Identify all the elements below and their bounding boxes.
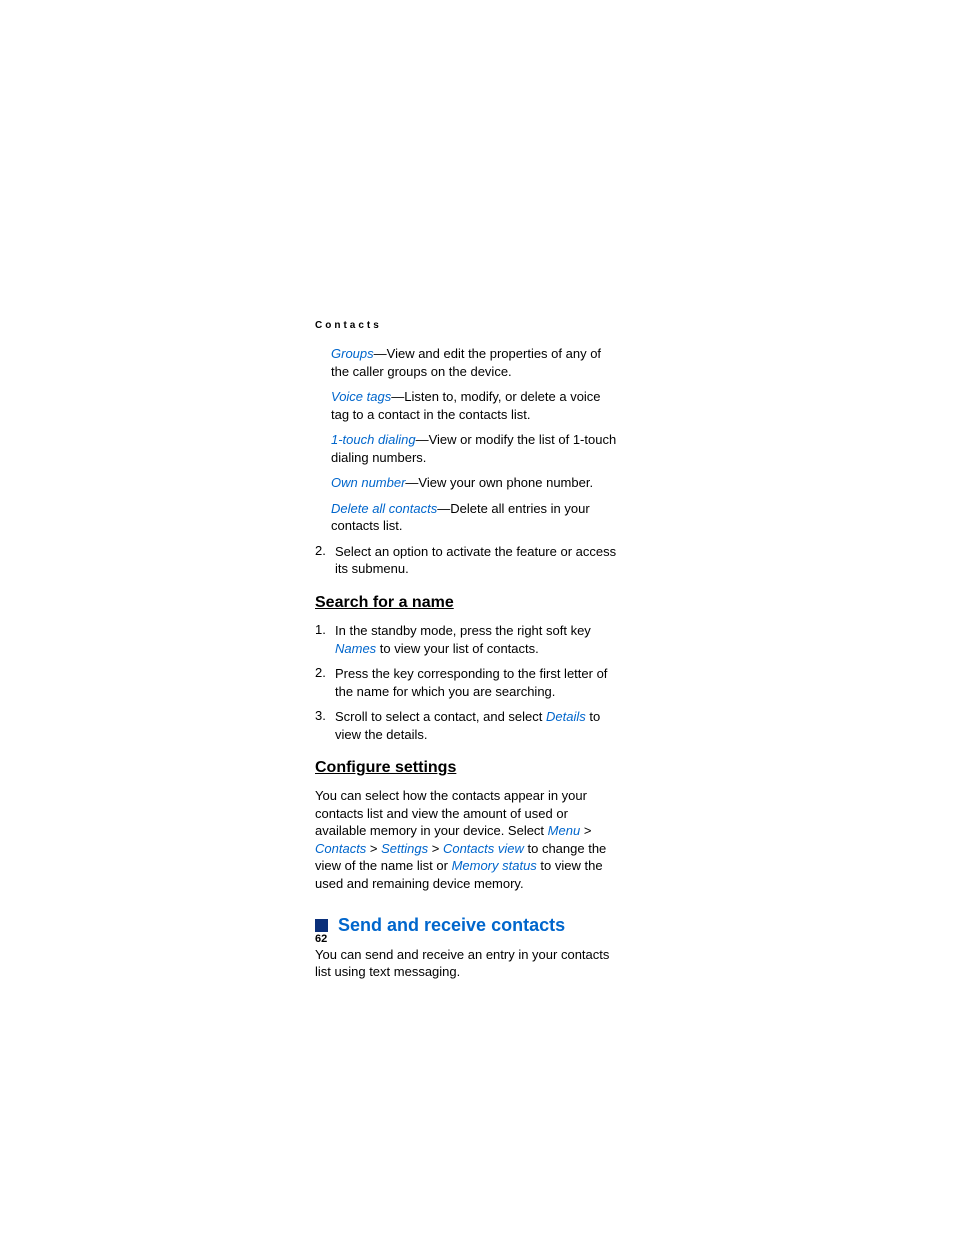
list-item: 2. Select an option to activate the feat… bbox=[315, 543, 619, 578]
list-item: 1. In the standby mode, press the right … bbox=[315, 622, 619, 657]
link-settings: Settings bbox=[381, 841, 428, 856]
list-number: 2. bbox=[315, 665, 335, 700]
paragraph: You can send and receive an entry in you… bbox=[315, 946, 619, 981]
term-own-number: Own number bbox=[331, 475, 405, 490]
link-contacts-view: Contacts view bbox=[443, 841, 524, 856]
heading-send-and-receive-contacts: Send and receive contacts bbox=[338, 915, 565, 936]
list-number: 3. bbox=[315, 708, 335, 743]
link-memory-status: Memory status bbox=[452, 858, 537, 873]
paragraph: You can select how the contacts appear i… bbox=[315, 787, 619, 892]
page-content: Contacts Groups—View and edit the proper… bbox=[315, 320, 619, 989]
list-text: Press the key corresponding to the first… bbox=[335, 665, 619, 700]
list-number: 2. bbox=[315, 543, 335, 578]
list-text: In the standby mode, press the right sof… bbox=[335, 622, 619, 657]
term-voice-tags: Voice tags bbox=[331, 389, 391, 404]
section-heading-row: Send and receive contacts bbox=[315, 915, 619, 936]
link-contacts: Contacts bbox=[315, 841, 366, 856]
running-header: Contacts bbox=[315, 320, 619, 331]
list-text: Select an option to activate the feature… bbox=[335, 543, 619, 578]
page-number: 62 bbox=[315, 933, 327, 945]
heading-configure-settings: Configure settings bbox=[315, 759, 619, 777]
desc-text: —View your own phone number. bbox=[405, 475, 593, 490]
heading-search-for-a-name: Search for a name bbox=[315, 594, 619, 612]
term-delete-all-contacts: Delete all contacts bbox=[331, 501, 437, 516]
square-bullet-icon bbox=[315, 919, 328, 932]
definition-item: 1-touch dialing—View or modify the list … bbox=[331, 431, 619, 466]
link-names: Names bbox=[335, 641, 376, 656]
definition-item: Delete all contacts—Delete all entries i… bbox=[331, 500, 619, 535]
term-1-touch-dialing: 1-touch dialing bbox=[331, 432, 416, 447]
list-text: Scroll to select a contact, and select D… bbox=[335, 708, 619, 743]
list-item: 2. Press the key corresponding to the fi… bbox=[315, 665, 619, 700]
definition-item: Voice tags—Listen to, modify, or delete … bbox=[331, 388, 619, 423]
list-number: 1. bbox=[315, 622, 335, 657]
link-details: Details bbox=[546, 709, 586, 724]
link-menu: Menu bbox=[548, 823, 581, 838]
definition-item: Groups—View and edit the properties of a… bbox=[331, 345, 619, 380]
definition-item: Own number—View your own phone number. bbox=[331, 474, 619, 492]
list-item: 3. Scroll to select a contact, and selec… bbox=[315, 708, 619, 743]
term-groups: Groups bbox=[331, 346, 374, 361]
